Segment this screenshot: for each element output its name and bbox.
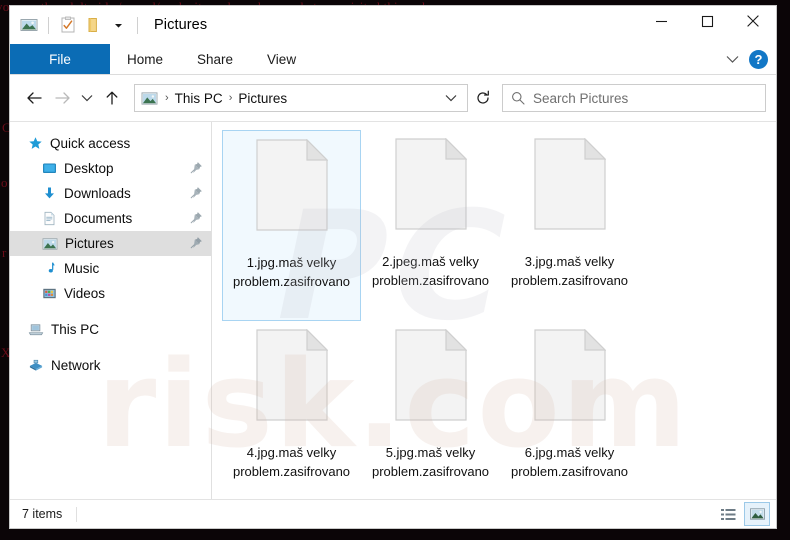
window-title: Pictures <box>154 17 208 33</box>
file-item[interactable]: 1.jpg.maš velky problem.zasifrovano <box>222 130 361 321</box>
file-name: 1.jpg.maš velky problem.zasifrovano <box>232 255 351 289</box>
sidebar-item-network[interactable]: Network <box>10 353 211 378</box>
video-icon <box>42 286 57 301</box>
breadcrumb-pictures[interactable]: Pictures <box>233 91 292 106</box>
expand-ribbon-chevron-icon[interactable] <box>722 55 743 64</box>
minimize-button[interactable] <box>638 6 684 36</box>
breadcrumb: This PC › Pictures <box>170 91 292 106</box>
file-item[interactable]: 6.jpg.maš velky problem.zasifrovano <box>500 321 639 499</box>
tab-home[interactable]: Home <box>110 44 180 74</box>
sidebar-item-label: Network <box>51 358 101 373</box>
large-icons-view-button[interactable] <box>744 502 770 526</box>
computer-icon <box>28 322 44 337</box>
blank-file-icon <box>255 139 328 249</box>
sidebar-item-quick-access[interactable]: Quick access <box>10 131 211 156</box>
pin-icon[interactable] <box>190 211 203 227</box>
file-name: 3.jpg.maš velky problem.zasifrovano <box>510 254 629 288</box>
file-name: 6.jpg.maš velky problem.zasifrovano <box>510 445 629 479</box>
sidebar-item-documents[interactable]: Documents <box>10 206 211 231</box>
maximize-button[interactable] <box>684 6 730 36</box>
sidebar-item-music[interactable]: Music <box>10 256 211 281</box>
status-bar: 7 items <box>10 499 776 528</box>
ribbon-tabs: File Home Share View ? <box>10 44 776 75</box>
new-folder-icon[interactable] <box>83 15 103 35</box>
blank-file-icon <box>394 329 467 439</box>
up-button[interactable] <box>98 84 126 112</box>
file-name: 2.jpeg.maš velky problem.zasifrovano <box>371 254 490 288</box>
sidebar-item-label: Quick access <box>50 136 131 151</box>
music-icon <box>42 261 57 276</box>
blank-file-icon <box>533 138 606 248</box>
properties-icon[interactable] <box>58 15 78 35</box>
pin-icon[interactable] <box>190 236 203 252</box>
customize-quick-access-chevron-icon[interactable] <box>108 15 128 35</box>
tab-share[interactable]: Share <box>180 44 250 74</box>
window-controls <box>638 6 776 44</box>
sidebar-item-pictures[interactable]: Pictures <box>10 231 211 256</box>
desktop-icon <box>42 161 57 176</box>
file-item[interactable]: 4.jpg.maš velky problem.zasifrovano <box>222 321 361 499</box>
forward-button[interactable] <box>48 84 76 112</box>
breadcrumb-this-pc[interactable]: This PC <box>170 91 228 106</box>
sidebar-item-label: Music <box>64 261 100 276</box>
sidebar-item-label: Desktop <box>64 161 114 176</box>
sidebar-item-videos[interactable]: Videos <box>10 281 211 306</box>
toolbar-divider <box>137 16 138 34</box>
status-divider <box>76 506 78 522</box>
blank-file-icon <box>394 138 467 248</box>
navigation-bar: › This PC › Pictures Search Pictures <box>10 75 776 121</box>
file-name: 5.jpg.maš velky problem.zasifrovano <box>371 445 490 479</box>
sidebar-item-downloads[interactable]: Downloads <box>10 181 211 206</box>
network-icon <box>28 358 44 373</box>
tab-file[interactable]: File <box>10 44 110 74</box>
sidebar-item-label: Downloads <box>64 186 131 201</box>
toolbar-divider <box>48 16 49 34</box>
file-grid: 1.jpg.maš velky problem.zasifrovano 2.jp… <box>222 130 776 499</box>
recent-locations-chevron-icon[interactable] <box>76 84 98 112</box>
search-placeholder: Search Pictures <box>533 90 629 106</box>
download-icon <box>42 186 57 201</box>
star-icon <box>28 136 43 151</box>
sidebar-item-label: Pictures <box>65 236 114 251</box>
refresh-button[interactable] <box>468 85 498 111</box>
sidebar-item-label: Videos <box>64 286 106 301</box>
sidebar-item-this-pc[interactable]: This PC <box>10 317 211 342</box>
close-button[interactable] <box>730 6 776 36</box>
file-item[interactable]: 5.jpg.maš velky problem.zasifrovano <box>361 321 500 499</box>
file-item[interactable]: 2.jpeg.maš velky problem.zasifrovano <box>361 130 500 321</box>
address-dropdown-chevron-icon[interactable] <box>439 94 463 103</box>
document-icon <box>42 211 57 226</box>
sidebar-item-desktop[interactable]: Desktop <box>10 156 211 181</box>
item-count: 7 items <box>22 507 63 521</box>
sidebar-item-label: This PC <box>51 322 100 337</box>
details-view-button[interactable] <box>716 503 740 525</box>
navigation-pane: Quick access Desktop Downloads Documents… <box>10 122 212 499</box>
search-icon <box>511 91 525 105</box>
blank-file-icon <box>255 329 328 439</box>
explorer-body: Quick access Desktop Downloads Documents… <box>10 121 776 499</box>
view-mode-buttons <box>716 502 770 526</box>
file-item[interactable]: 3.jpg.maš velky problem.zasifrovano <box>500 130 639 321</box>
pictures-icon <box>42 237 58 251</box>
address-bar[interactable]: › This PC › Pictures <box>134 84 468 112</box>
pin-icon[interactable] <box>190 161 203 177</box>
file-explorer-window: Pictures File Home Share View ? › This P… <box>10 6 776 528</box>
ribbon-right-controls: ? <box>722 44 776 74</box>
pictures-icon <box>141 91 158 106</box>
file-list-pane[interactable]: 1.jpg.maš velky problem.zasifrovano 2.jp… <box>212 122 776 499</box>
pin-icon[interactable] <box>190 186 203 202</box>
sidebar-item-label: Documents <box>64 211 133 226</box>
file-name: 4.jpg.maš velky problem.zasifrovano <box>232 445 351 479</box>
blank-file-icon <box>533 329 606 439</box>
title-bar: Pictures <box>10 6 776 44</box>
quick-access-toolbar <box>10 15 142 35</box>
help-button[interactable]: ? <box>749 49 768 69</box>
pictures-folder-icon[interactable] <box>19 15 39 35</box>
tab-view[interactable]: View <box>250 44 313 74</box>
back-button[interactable] <box>20 84 48 112</box>
search-input[interactable]: Search Pictures <box>502 84 766 112</box>
